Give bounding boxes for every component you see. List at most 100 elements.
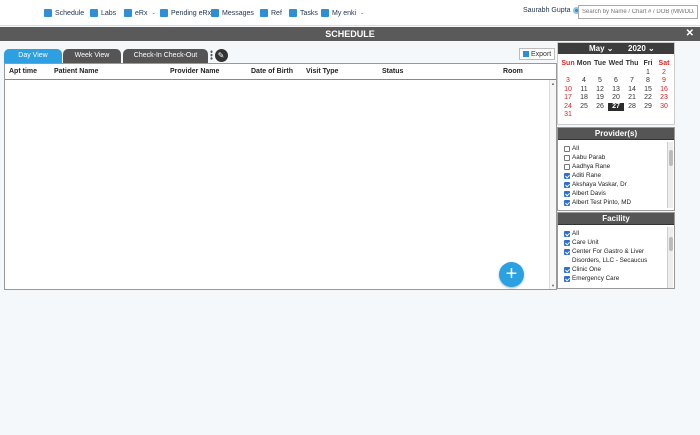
tab-check-in-check-out[interactable]: Check-In Check-Out [123,49,208,63]
calendar-day[interactable]: 3 [560,77,576,86]
calendar-day[interactable]: 9 [656,77,672,86]
checkbox[interactable] [564,172,570,179]
calendar-day[interactable]: 27 [608,102,624,111]
providers-option[interactable]: Albert Test Pinto, MD [564,198,668,207]
calendar-day [576,111,592,120]
checkbox[interactable] [564,275,570,282]
column-header-provider-name[interactable]: Provider Name [170,68,219,75]
checkbox[interactable] [564,248,570,255]
calendar-day[interactable]: 23 [656,94,672,103]
calendar-day[interactable]: 24 [560,103,576,112]
export-button[interactable]: Export [519,48,556,60]
calendar-day[interactable]: 19 [592,94,608,103]
scroll-down-icon[interactable]: ▼ [551,283,555,288]
nav-item-label: eRx [135,9,148,17]
checkbox[interactable] [564,239,570,246]
nav-item-tasks[interactable]: Tasks [289,7,318,19]
calendar-day[interactable]: 26 [592,103,608,112]
calendar-day[interactable]: 13 [608,86,624,95]
calendar-day[interactable]: 28 [624,103,640,112]
providers-scrollbar[interactable] [667,142,673,208]
facility-scrollbar[interactable] [667,227,673,288]
providers-option[interactable]: Albert Davis [564,189,668,198]
calendar-day[interactable]: 18 [576,94,592,103]
scroll-thumb[interactable] [669,237,673,251]
nav-item-schedule[interactable]: Schedule [44,7,84,19]
tab-week-view[interactable]: Week View [63,49,121,63]
calendar-day[interactable]: 11 [576,86,592,95]
facility-option[interactable]: Emergency Care [564,274,668,283]
column-header-date-of-birth[interactable]: Date of Birth [251,68,293,75]
calendar-week: 24 25 26 27 28 29 30 [560,102,672,112]
facility-option[interactable]: Center For Gastro & Liver Disorders, LLC… [564,247,668,265]
calendar-day[interactable]: 2 [656,69,672,78]
schedule-table: Apt time Patient Name Provider Name Date… [4,63,557,290]
calendar-day[interactable]: 21 [624,94,640,103]
providers-option[interactable]: All [564,144,668,153]
checkbox[interactable] [564,266,570,273]
year-select[interactable]: 2020 ⌄ [628,44,655,53]
nav-item-labs[interactable]: Labs [90,7,116,19]
calendar-day[interactable]: 8 [640,77,656,86]
nav-item-ref[interactable]: Ref [260,7,282,19]
column-header-visit-type[interactable]: Visit Type [306,68,338,75]
checkbox[interactable] [564,145,570,152]
facility-option[interactable]: Clinic One [564,265,668,274]
tools-menu-button[interactable]: ✎ [210,47,229,63]
checkbox[interactable] [564,199,570,206]
calendar-day[interactable]: 22 [640,94,656,103]
checkbox[interactable] [564,163,570,170]
table-scrollbar[interactable]: ▲ ▼ [549,80,556,289]
facility-option[interactable]: All [564,229,668,238]
month-select[interactable]: May ⌄ [589,44,614,53]
calendar-day[interactable]: 20 [608,94,624,103]
calendar-day[interactable]: 25 [576,103,592,112]
scroll-thumb[interactable] [669,150,673,166]
calendar-day[interactable]: 4 [576,77,592,86]
calendar-day[interactable]: 16 [656,86,672,95]
checkbox[interactable] [564,181,570,188]
providers-option[interactable]: Aabu Parab [564,153,668,162]
calendar-day[interactable]: 12 [592,86,608,95]
chevron-down-icon: ⌄ [360,10,365,16]
providers-option[interactable]: Akshaya Vaskar, Dr [564,180,668,189]
table-header: Apt time Patient Name Provider Name Date… [5,64,556,80]
calendar-day[interactable]: 31 [560,111,576,120]
calendar-day[interactable]: 29 [640,103,656,112]
option-label: Albert Test Pinto, MD [572,199,632,206]
user-name[interactable]: Saurabh Gupta [523,7,570,14]
patient-search-input[interactable] [578,5,698,19]
scroll-up-icon[interactable]: ▲ [551,81,555,86]
close-icon[interactable]: ✕ [686,27,694,41]
calendar-day[interactable]: 15 [640,86,656,95]
calendar-day[interactable]: 6 [608,77,624,86]
column-header-apt-time[interactable]: Apt time [9,68,37,75]
facility-option[interactable]: Care Unit [564,238,668,247]
nav-item-pending-erx[interactable]: Pending eRx [160,7,211,19]
calendar-day[interactable]: 1 [640,69,656,78]
user-menu[interactable]: Saurabh Gupta [523,7,581,14]
weekday-label: Wed [608,60,624,67]
checkbox[interactable] [564,230,570,237]
nav-item-erx[interactable]: eRx ⌄ [124,7,156,19]
add-appointment-button[interactable]: + [499,262,524,287]
nav-item-my-enki[interactable]: My enki ⌄ [321,7,364,19]
calendar-day[interactable]: 5 [592,77,608,86]
checkbox[interactable] [564,154,570,161]
calendar-day[interactable]: 30 [656,103,672,112]
tab-day-view[interactable]: Day View [4,49,62,63]
calendar-day[interactable]: 10 [560,86,576,95]
column-header-status[interactable]: Status [382,68,403,75]
calendar-day[interactable]: 17 [560,94,576,103]
checkbox[interactable] [564,190,570,197]
drag-handle-icon[interactable] [210,50,213,60]
column-header-room[interactable]: Room [503,68,523,75]
providers-option[interactable]: Aditi Rane [564,171,668,180]
providers-option[interactable]: Aadhya Rane [564,162,668,171]
wrench-icon[interactable]: ✎ [214,48,228,62]
nav-item-messages[interactable]: Messages [211,7,254,19]
calendar-day[interactable]: 7 [624,77,640,86]
column-header-patient-name[interactable]: Patient Name [54,68,98,75]
calendar-day[interactable]: 14 [624,86,640,95]
calendar-week: 17 18 19 20 21 22 23 [560,94,672,103]
